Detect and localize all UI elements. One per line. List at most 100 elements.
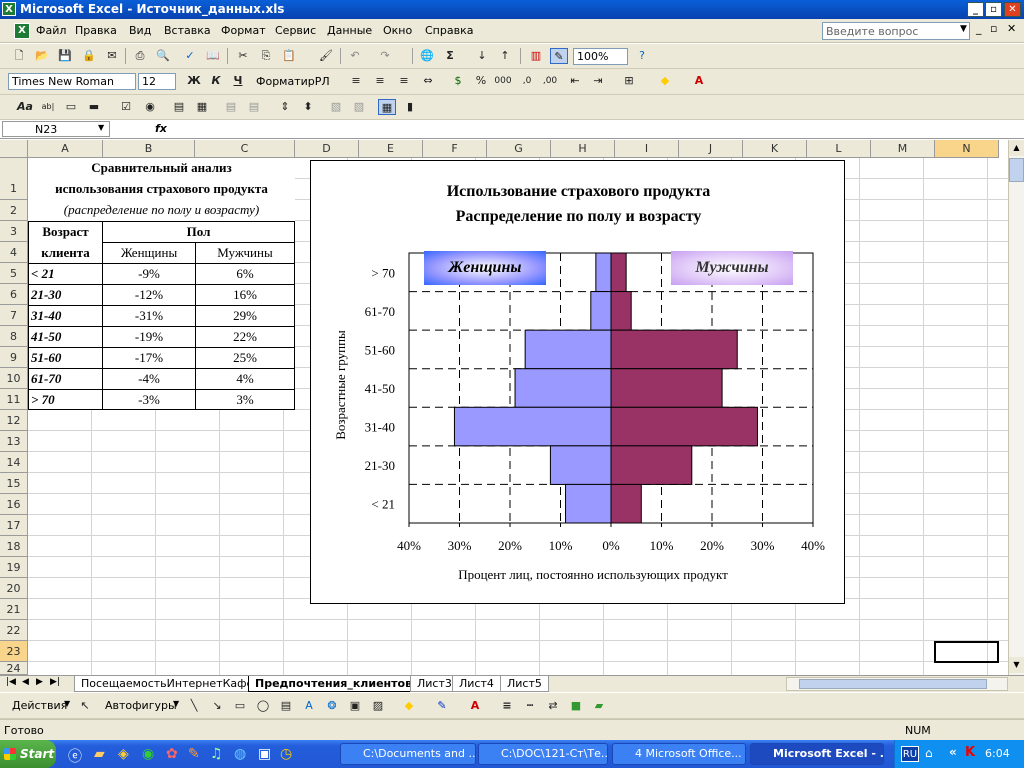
decrease-indent-icon[interactable]: ⇤ (566, 73, 584, 89)
currency-icon[interactable]: $ (449, 73, 467, 89)
col-header-b[interactable]: B (103, 140, 195, 158)
menu-format[interactable]: Формат (221, 24, 266, 37)
task-documents[interactable]: C:\Documents and ... (340, 743, 476, 765)
col-header-g[interactable]: G (487, 140, 551, 158)
menu-help[interactable]: Справка (425, 24, 473, 37)
print-icon[interactable]: ⎙ (131, 48, 149, 64)
menu-insert[interactable]: Вставка (164, 24, 211, 37)
women-cell[interactable]: -31% (103, 306, 196, 327)
autosum-icon[interactable]: Σ (441, 48, 459, 64)
menu-tools[interactable]: Сервис (275, 24, 316, 37)
align-left-icon[interactable]: ≡ (347, 73, 365, 89)
doc-minimize-button[interactable]: _ (976, 22, 982, 35)
workbook-icon[interactable]: X (14, 23, 30, 39)
row-header-12[interactable]: 12 (0, 410, 28, 431)
help-search-input[interactable]: Введите вопрос (822, 22, 970, 40)
formula-input[interactable] (172, 121, 1022, 137)
table-row[interactable]: 61-70 -4% 4% (29, 369, 294, 390)
age-cell[interactable]: > 70 (29, 390, 103, 409)
quicklaunch-tool-icon[interactable]: ✎ (188, 746, 200, 762)
quicklaunch-folder-icon[interactable]: ▰ (94, 746, 105, 762)
label-tool-icon[interactable]: Aa (16, 99, 34, 115)
tray-antivirus-icon[interactable]: K (965, 745, 975, 760)
undo-icon[interactable]: ↶ (346, 48, 364, 64)
quicklaunch-media-icon[interactable]: ◉ (142, 746, 154, 762)
col-header-i[interactable]: I (615, 140, 679, 158)
tab-first-icon[interactable]: |◀ (6, 677, 16, 687)
restore-button[interactable]: ▫ (985, 2, 1002, 17)
font-size-select[interactable]: 12 (138, 73, 176, 90)
scroll-bar-tool-icon[interactable]: ⇕ (276, 99, 294, 115)
group-box-tool-icon[interactable]: ▭ (62, 99, 80, 115)
actions-menu[interactable]: Действия (12, 699, 67, 712)
task-excel[interactable]: Microsoft Excel - ... (750, 743, 884, 765)
age-cell[interactable]: 61-70 (29, 369, 103, 390)
select-objects-icon[interactable]: ↖ (76, 698, 94, 714)
col-header-j[interactable]: J (679, 140, 743, 158)
autoshapes-dropdown-icon[interactable]: ▼ (173, 699, 179, 708)
col-header-d[interactable]: D (295, 140, 359, 158)
row-header-14[interactable]: 14 (0, 452, 28, 473)
row-header-6[interactable]: 6 (0, 284, 28, 305)
underline-button[interactable]: Ч (229, 73, 247, 89)
doc-restore-button[interactable]: ▫ (990, 22, 997, 35)
men-cell[interactable]: 22% (196, 327, 294, 348)
percent-icon[interactable]: % (472, 73, 490, 89)
control-properties-icon[interactable]: ▧ (327, 99, 345, 115)
minimize-button[interactable]: _ (967, 2, 984, 17)
age-cell[interactable]: 41-50 (29, 327, 103, 348)
men-cell[interactable]: 4% (196, 369, 294, 390)
combo-list-tool-icon[interactable]: ▤ (222, 99, 240, 115)
menu-data[interactable]: Данные (327, 24, 372, 37)
row-header-7[interactable]: 7 (0, 305, 28, 326)
table-row[interactable]: 41-50 -19% 22% (29, 327, 294, 348)
function-icon[interactable]: fx (155, 122, 167, 135)
help-icon[interactable]: ? (633, 48, 651, 64)
tab-last-icon[interactable]: ▶| (50, 677, 60, 687)
arrow-icon[interactable]: ↘ (208, 698, 226, 714)
quicklaunch-clock-icon[interactable]: ◷ (280, 746, 292, 762)
toggle-grid-icon[interactable]: ▦ (378, 99, 396, 115)
edit-box-tool-icon[interactable]: ab| (39, 99, 57, 115)
row-header-24[interactable]: 24 (0, 662, 28, 675)
women-cell[interactable]: -9% (103, 264, 196, 285)
line-color-icon[interactable]: ✎ (433, 698, 451, 714)
textbox-icon[interactable]: ▤ (277, 698, 295, 714)
scroll-up-arrow[interactable]: ▲ (1009, 140, 1024, 156)
line-icon[interactable]: ╲ (185, 698, 203, 714)
col-header-c[interactable]: C (195, 140, 295, 158)
row-header-11[interactable]: 11 (0, 389, 28, 410)
print-preview-icon[interactable]: 🔍 (154, 48, 172, 64)
close-button[interactable]: ✕ (1004, 2, 1021, 17)
row-header-10[interactable]: 10 (0, 368, 28, 389)
sheet-tab-5[interactable]: Лист5 (500, 676, 549, 692)
thousands-icon[interactable]: 000 (494, 73, 512, 89)
oval-icon[interactable]: ◯ (254, 698, 272, 714)
name-box[interactable]: N23 (2, 121, 110, 137)
women-cell[interactable]: -17% (103, 348, 196, 369)
permission-icon[interactable]: 🔒 (80, 48, 98, 64)
draw-font-color-icon[interactable]: A (466, 698, 484, 714)
quicklaunch-explorer-icon[interactable]: ◈ (118, 746, 129, 762)
3d-icon[interactable]: ▰ (590, 698, 608, 714)
format-painter-icon[interactable]: 🖌 (317, 48, 335, 64)
select-all-corner[interactable] (0, 140, 28, 158)
row-header-23[interactable]: 23 (0, 641, 28, 662)
row-header-1[interactable]: 1 (0, 158, 28, 200)
vertical-scrollbar[interactable]: ▲ ▼ (1008, 140, 1024, 675)
redo-icon[interactable]: ↷ (376, 48, 394, 64)
col-header-k[interactable]: K (743, 140, 807, 158)
row-header-18[interactable]: 18 (0, 536, 28, 557)
zoom-select[interactable]: 100% (573, 48, 628, 65)
men-cell[interactable]: 16% (196, 285, 294, 306)
menu-edit[interactable]: Правка (75, 24, 117, 37)
quicklaunch-app-icon[interactable]: ✿ (166, 746, 178, 762)
women-cell[interactable]: -19% (103, 327, 196, 348)
diagram-icon[interactable]: ❂ (323, 698, 341, 714)
wordart-icon[interactable]: A (300, 698, 318, 714)
age-cell[interactable]: 31-40 (29, 306, 103, 327)
bold-button[interactable]: Ж (185, 73, 203, 89)
h-scroll-thumb[interactable] (799, 679, 987, 689)
col-header-a[interactable]: A (28, 140, 103, 158)
col-header-e[interactable]: E (359, 140, 423, 158)
